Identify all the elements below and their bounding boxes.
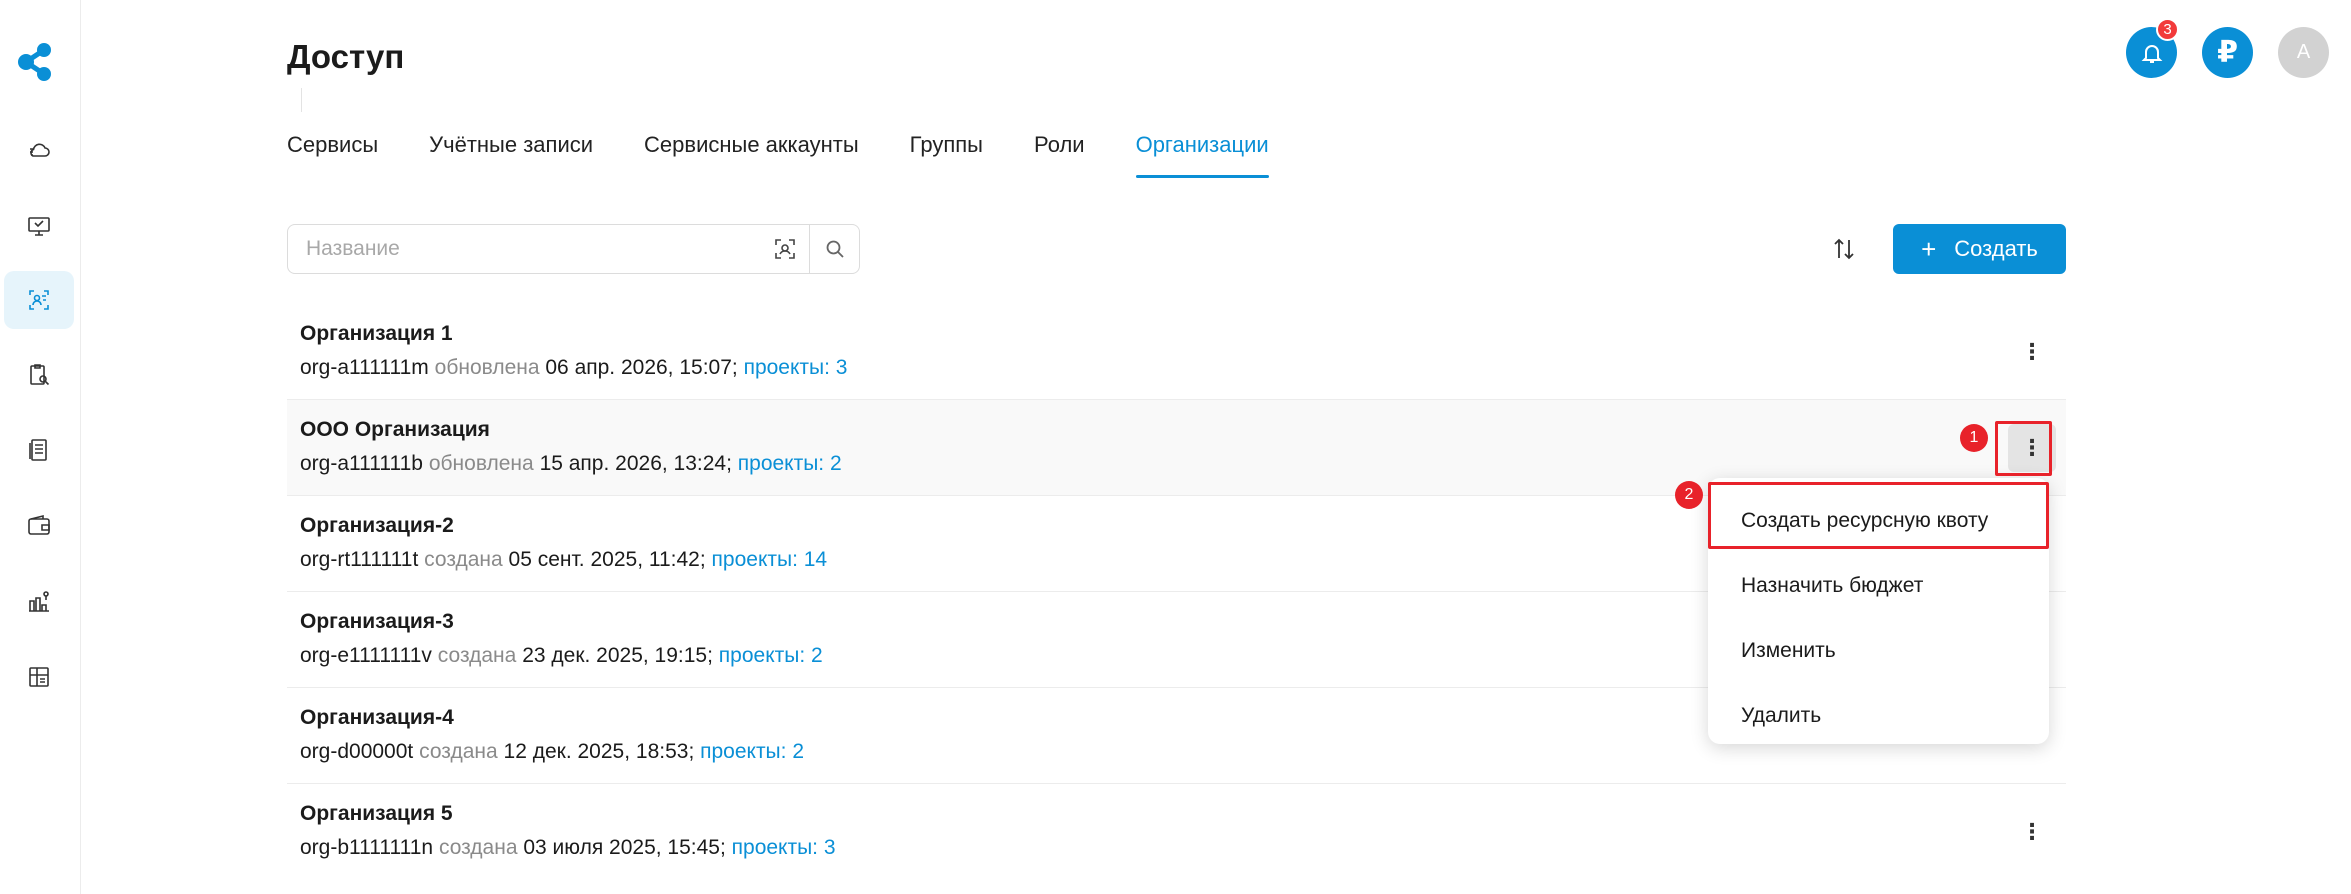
tab-organizations[interactable]: Организации: [1135, 132, 1269, 178]
tab-groups[interactable]: Группы: [910, 132, 983, 176]
row-actions-button[interactable]: ⋮: [2008, 808, 2056, 856]
org-date: 12 дек. 2025, 18:53: [503, 740, 689, 763]
annotation-marker-1: 1: [1960, 424, 1988, 452]
org-meta: org-d00000t создана 12 дек. 2025, 18:53;…: [300, 740, 805, 763]
sidebar-item-compute[interactable]: [4, 197, 74, 255]
tab-roles[interactable]: Роли: [1034, 132, 1085, 176]
kebab-icon: ⋮: [2021, 819, 2043, 844]
org-name: Организация 1: [300, 322, 453, 345]
org-name: ООО Организация: [300, 418, 490, 441]
ruble-icon: ₽: [2217, 36, 2238, 69]
org-name: Организация-4: [300, 706, 454, 729]
sidebar-item-access[interactable]: [4, 271, 74, 329]
sidebar-item-apps[interactable]: [4, 648, 74, 706]
search-button[interactable]: [809, 225, 859, 273]
sort-button[interactable]: [1823, 228, 1865, 270]
search-input[interactable]: [288, 225, 761, 273]
highlight-kebab: [1995, 421, 2052, 476]
org-projects-link[interactable]: проекты: 2: [700, 740, 804, 763]
wallet-icon: [28, 514, 50, 535]
grid-icon: [29, 667, 49, 687]
org-meta: org-b1111111n создана 03 июля 2025, 15:4…: [300, 836, 836, 859]
sidebar-item-tasks[interactable]: [4, 346, 74, 404]
menu-item-edit[interactable]: Изменить: [1708, 618, 2049, 683]
app-logo[interactable]: [12, 40, 62, 84]
org-name: Организация 5: [300, 802, 453, 825]
org-id: org-e1111111v: [300, 644, 432, 667]
org-status: создана: [424, 548, 503, 571]
org-projects-link[interactable]: проекты: 14: [712, 548, 828, 571]
org-date: 03 июля 2025, 15:45: [523, 836, 720, 859]
annotation-marker-2: 2: [1675, 481, 1703, 509]
bell-icon: [2141, 44, 2162, 63]
org-projects-link[interactable]: проекты: 2: [738, 452, 842, 475]
org-status: создана: [437, 644, 517, 667]
table-row[interactable]: Организация 5 org-b1111111n создана 03 и…: [287, 784, 2066, 880]
sort-arrows-icon: [1834, 238, 1854, 260]
search-box: [287, 224, 860, 274]
highlight-create-quota: [1708, 482, 2049, 549]
org-date: 15 апр. 2026, 13:24: [539, 452, 727, 475]
org-meta: org-e1111111v создана 23 дек. 2025, 19:1…: [300, 644, 823, 667]
org-name: Организация-2: [300, 514, 454, 537]
clipboard-search-icon: [30, 364, 50, 386]
org-id: org-rt111111t: [300, 548, 419, 571]
network-chart-icon: [29, 591, 49, 612]
avatar-initial: A: [2296, 41, 2311, 63]
org-id: org-d00000t: [300, 740, 414, 763]
org-id: org-a111111m: [300, 356, 429, 379]
notifications-button[interactable]: 3: [2126, 18, 2179, 78]
org-name: Организация-3: [300, 610, 454, 633]
monitor-icon: [28, 217, 50, 236]
page-title: Доступ: [287, 38, 405, 75]
user-avatar[interactable]: A: [2278, 27, 2329, 78]
sidebar-item-billing[interactable]: [4, 497, 74, 555]
org-id: org-b1111111n: [300, 836, 434, 859]
row-actions-button[interactable]: ⋮: [2008, 328, 2056, 376]
org-status: создана: [419, 740, 498, 763]
plus-icon: +: [1921, 234, 1937, 264]
tab-accounts[interactable]: Учётные записи: [429, 132, 593, 176]
notifications-badge: 3: [2156, 18, 2179, 41]
create-button-label: Создать: [1954, 236, 2038, 261]
org-status: обновлена: [434, 356, 540, 379]
org-meta: org-a111111m обновлена 06 апр. 2026, 15:…: [300, 356, 848, 379]
tab-service-accounts[interactable]: Сервисные аккаунты: [644, 132, 859, 176]
create-button[interactable]: + Создать: [1893, 224, 2066, 274]
menu-item-assign-budget[interactable]: Назначить бюджет: [1708, 553, 2049, 618]
header-actions: 3 ₽ A: [2126, 18, 2329, 78]
sidebar-item-cloud[interactable]: [4, 121, 74, 179]
table-row[interactable]: Организация 1 org-a111111m обновлена 06 …: [287, 304, 2066, 400]
tab-bar: Сервисы Учётные записи Сервисные аккаунт…: [287, 132, 1320, 178]
scan-icon: [775, 239, 795, 259]
org-status: обновлена: [428, 452, 534, 475]
sidebar: [0, 0, 81, 894]
title-divider: [301, 88, 302, 112]
search-icon: [826, 240, 844, 258]
cloud-icon: [30, 143, 50, 157]
menu-item-delete[interactable]: Удалить: [1708, 683, 2049, 748]
org-status: создана: [438, 836, 518, 859]
access-icon: [29, 290, 49, 310]
org-date: 23 дек. 2025, 19:15: [522, 644, 708, 667]
billing-button[interactable]: ₽: [2202, 27, 2253, 78]
tab-services[interactable]: Сервисы: [287, 132, 378, 176]
org-meta: org-rt111111t создана 05 сент. 2025, 11:…: [300, 548, 828, 571]
org-projects-link[interactable]: проекты: 3: [732, 836, 836, 859]
kebab-icon: ⋮: [2021, 339, 2043, 364]
org-id: org-a111111b: [300, 452, 423, 475]
org-date: 06 апр. 2026, 15:07: [545, 356, 732, 379]
org-date: 05 сент. 2025, 11:42: [508, 548, 700, 571]
org-meta: org-a111111b обновлена 15 апр. 2026, 13:…: [300, 452, 842, 475]
org-projects-link[interactable]: проекты: 3: [744, 356, 848, 379]
scan-button[interactable]: [761, 225, 809, 273]
sidebar-item-network[interactable]: [4, 573, 74, 631]
sidebar-item-docs[interactable]: [4, 421, 74, 479]
org-projects-link[interactable]: проекты: 2: [719, 644, 823, 667]
document-list-icon: [29, 439, 47, 461]
